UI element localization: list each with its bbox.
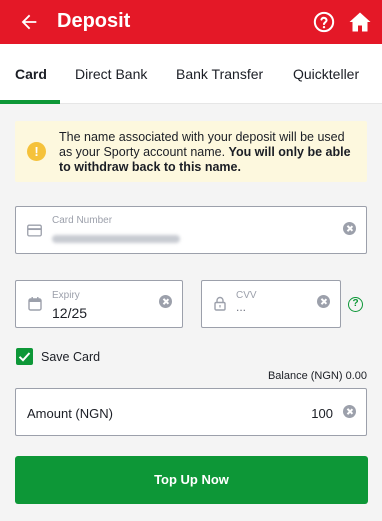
clear-cvv-icon[interactable] (317, 295, 330, 308)
active-tab-indicator (0, 100, 60, 104)
warning-icon: ! (27, 142, 46, 161)
back-arrow-icon[interactable] (18, 11, 40, 33)
cvv-help-icon[interactable]: ? (348, 297, 363, 312)
save-card-checkbox[interactable] (16, 348, 33, 365)
cvv-field[interactable]: CVV ... (201, 280, 341, 328)
payment-method-tabs: Card Direct Bank Bank Transfer Quicktell… (0, 44, 382, 104)
card-number-masked-value (52, 235, 180, 243)
amount-field[interactable]: Amount (NGN) 100 (15, 388, 367, 436)
balance-text: Balance (NGN) 0.00 (267, 370, 367, 382)
save-card-label: Save Card (41, 350, 101, 364)
tab-card[interactable]: Card (15, 66, 47, 82)
top-up-now-button[interactable]: Top Up Now (15, 456, 368, 504)
account-name-notice: ! The name associated with your deposit … (15, 121, 367, 182)
cvv-value: ... (236, 300, 247, 314)
clear-card-number-icon[interactable] (343, 222, 356, 235)
tab-quickteller[interactable]: Quickteller (293, 66, 359, 82)
card-icon (27, 224, 42, 237)
amount-value: 100 (311, 406, 333, 421)
card-number-field[interactable]: Card Number (15, 206, 367, 254)
calendar-icon (28, 297, 42, 311)
checkmark-icon (18, 352, 31, 362)
header-bar: Deposit (0, 0, 382, 44)
tab-direct-bank[interactable]: Direct Bank (75, 66, 147, 82)
expiry-field[interactable]: Expiry 12/25 (15, 280, 183, 328)
clear-amount-icon[interactable] (343, 405, 356, 418)
expiry-value: 12/25 (52, 305, 88, 321)
page-title: Deposit (57, 10, 131, 32)
help-icon[interactable] (313, 11, 335, 33)
clear-expiry-icon[interactable] (159, 295, 172, 308)
card-number-label: Card Number (52, 215, 113, 226)
expiry-label: Expiry (52, 290, 80, 301)
tab-bank-transfer[interactable]: Bank Transfer (176, 66, 263, 82)
lock-icon (214, 296, 226, 311)
notice-text: The name associated with your deposit wi… (59, 130, 351, 174)
amount-label: Amount (NGN) (27, 406, 113, 421)
home-icon[interactable] (348, 10, 372, 34)
